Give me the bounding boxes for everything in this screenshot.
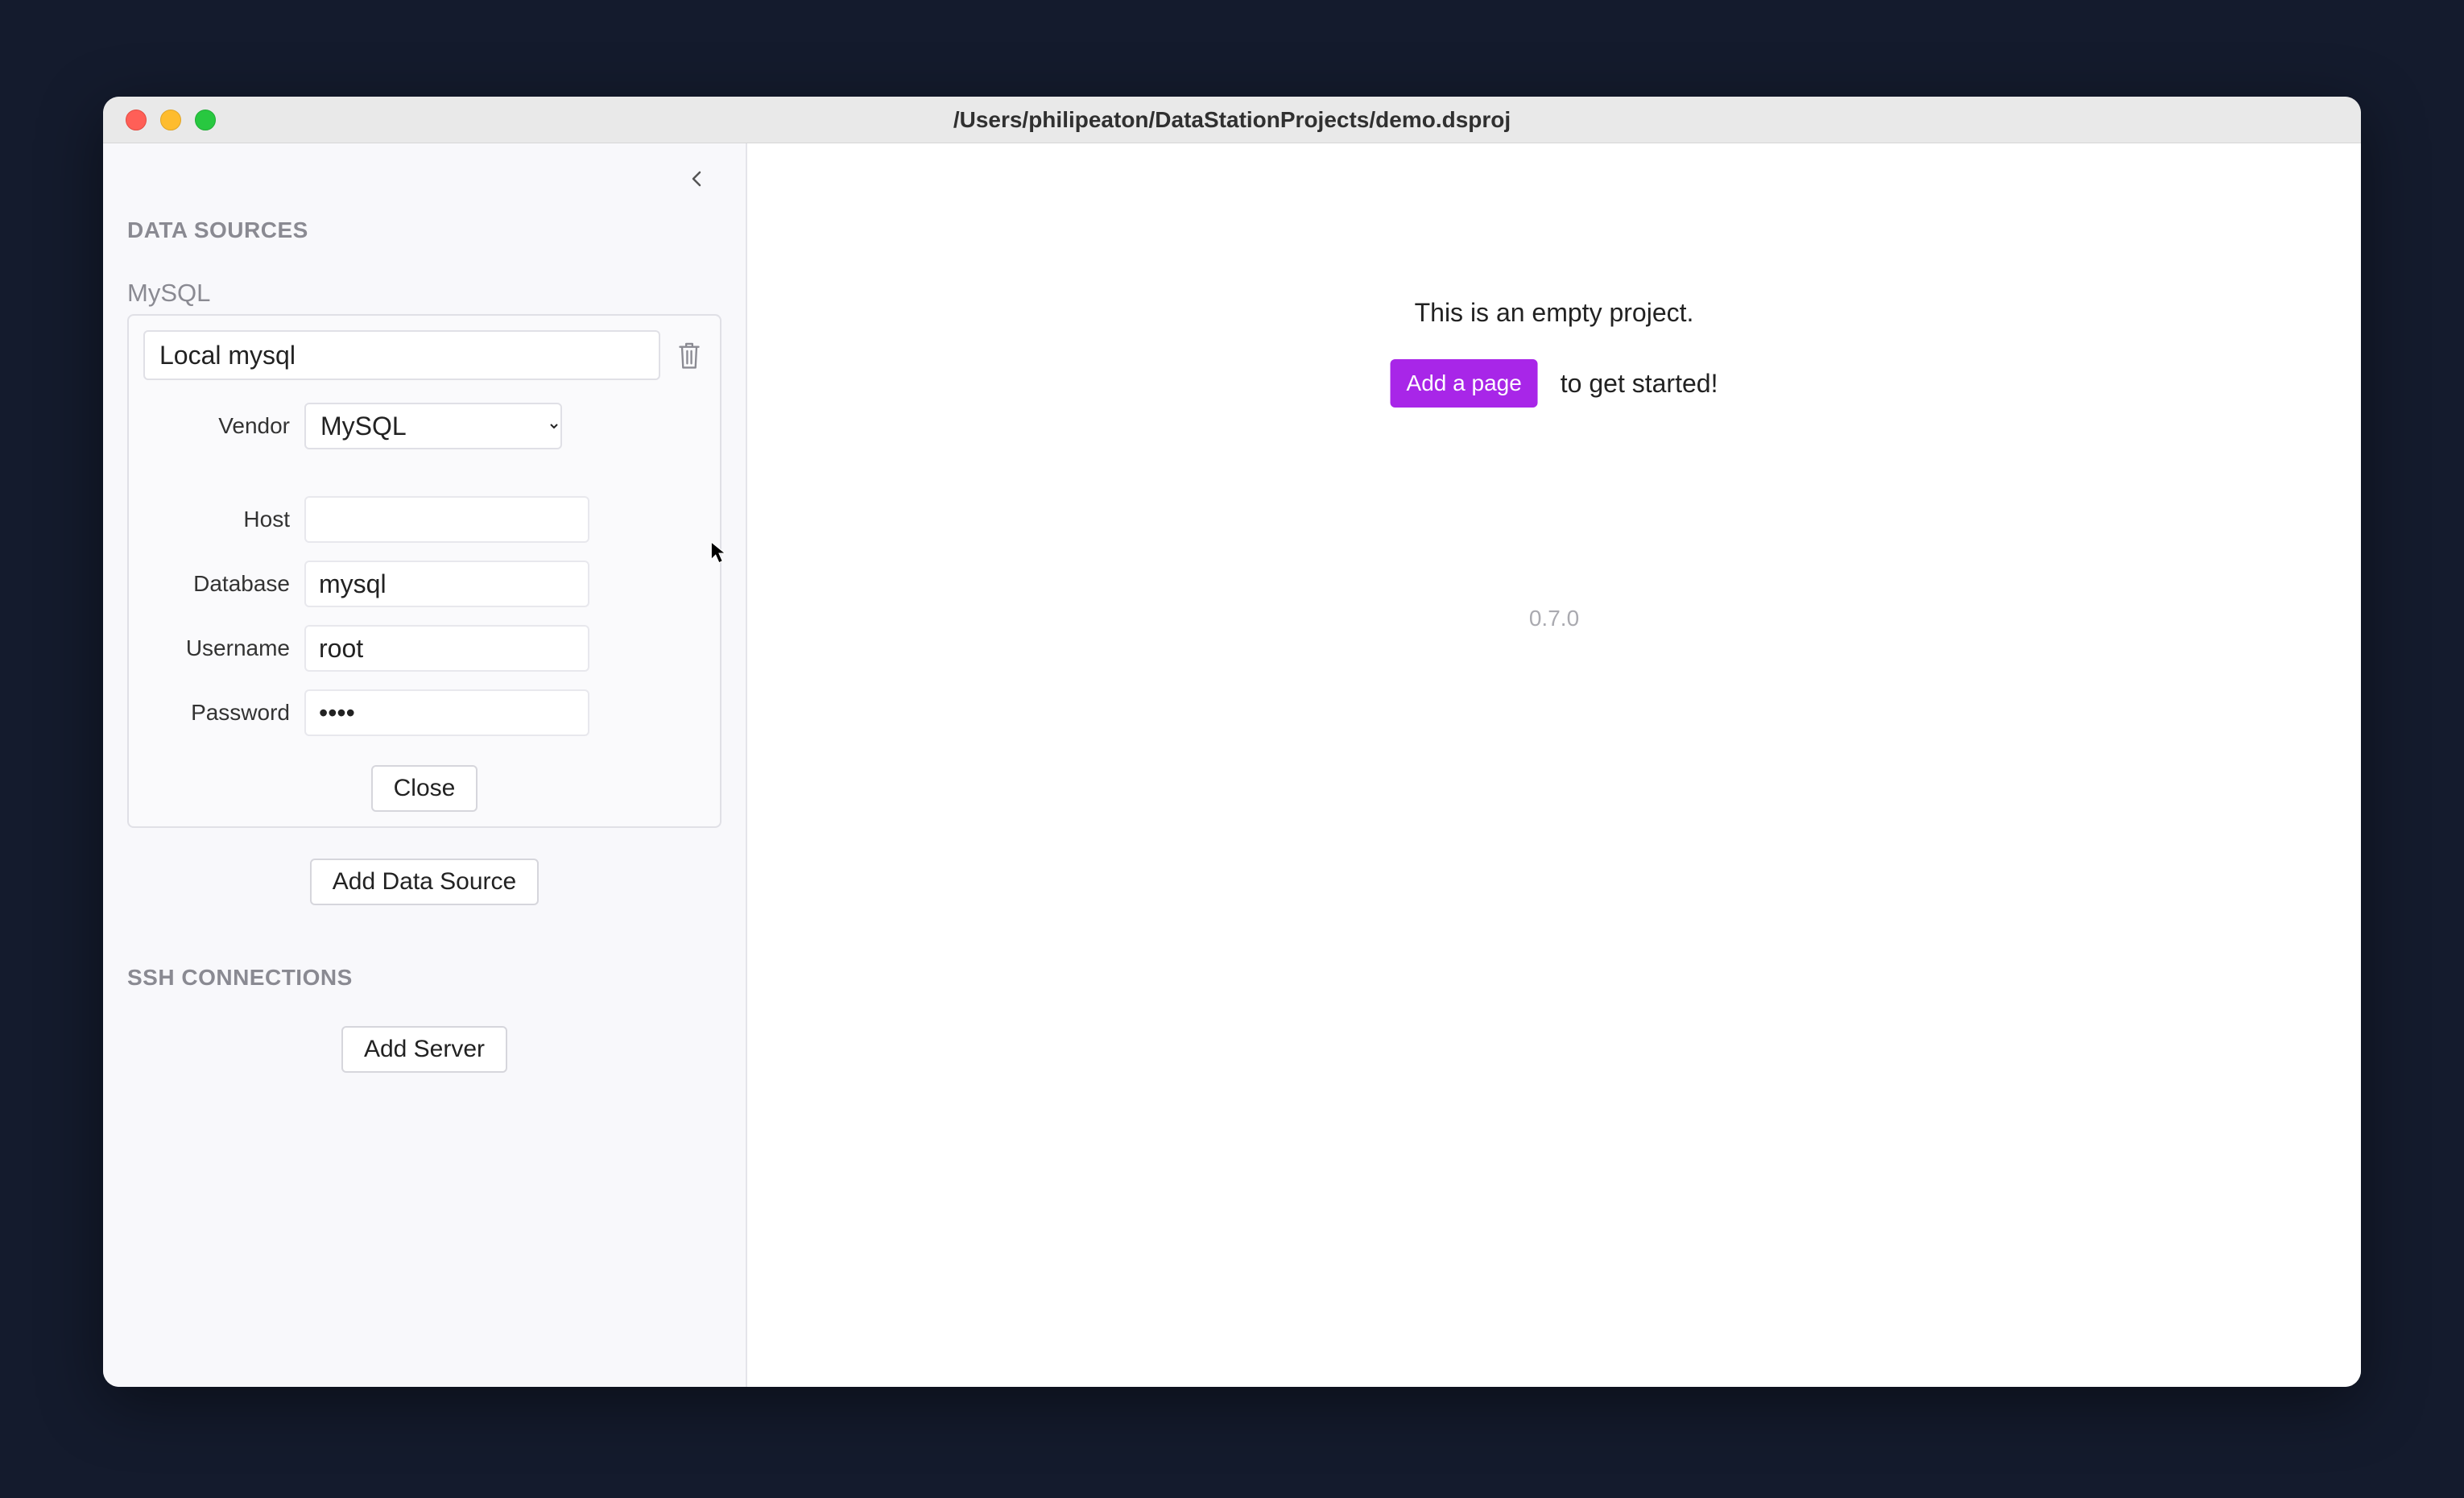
host-row: Host <box>143 496 705 543</box>
main-panel: This is an empty project. Add a page to … <box>747 143 2361 1387</box>
version-label: 0.7.0 <box>1529 606 1579 631</box>
trash-icon <box>676 341 702 370</box>
ssh-connections-header: SSH CONNECTIONS <box>127 965 746 991</box>
delete-data-source-button[interactable] <box>673 336 705 374</box>
close-button[interactable]: Close <box>371 765 478 812</box>
password-label: Password <box>143 700 304 726</box>
content: DATA SOURCES MySQL Vendor MySQL <box>103 143 2361 1387</box>
sidebar: DATA SOURCES MySQL Vendor MySQL <box>103 143 747 1387</box>
minimize-window-button[interactable] <box>160 110 181 130</box>
data-source-name-input[interactable] <box>143 330 660 380</box>
password-input[interactable] <box>304 689 589 736</box>
get-started-text: to get started! <box>1561 369 1718 399</box>
host-input[interactable] <box>304 496 589 543</box>
database-label: Database <box>143 571 304 597</box>
add-data-source-button[interactable]: Add Data Source <box>310 859 539 905</box>
add-page-row: Add a page to get started! <box>1391 359 1718 408</box>
password-row: Password <box>143 689 705 736</box>
data-source-panel: Vendor MySQL Host Database Username <box>127 314 721 828</box>
close-button-row: Close <box>143 765 705 812</box>
data-source-type-label: MySQL <box>127 279 746 308</box>
add-page-button[interactable]: Add a page <box>1391 359 1538 408</box>
empty-project-message: This is an empty project. <box>1415 298 1694 328</box>
chevron-left-icon <box>688 169 707 188</box>
username-label: Username <box>143 635 304 661</box>
host-label: Host <box>143 507 304 532</box>
vendor-label: Vendor <box>143 413 304 439</box>
app-window: /Users/philipeaton/DataStationProjects/d… <box>103 97 2361 1387</box>
database-input[interactable] <box>304 561 589 607</box>
add-server-button[interactable]: Add Server <box>341 1026 507 1073</box>
data-source-name-row <box>143 330 705 380</box>
maximize-window-button[interactable] <box>195 110 216 130</box>
add-server-row: Add Server <box>103 1026 746 1073</box>
add-data-source-row: Add Data Source <box>103 859 746 905</box>
traffic-lights <box>126 110 216 130</box>
data-sources-header: DATA SOURCES <box>127 217 746 243</box>
vendor-row: Vendor MySQL <box>143 403 705 449</box>
titlebar: /Users/philipeaton/DataStationProjects/d… <box>103 97 2361 143</box>
database-row: Database <box>143 561 705 607</box>
username-input[interactable] <box>304 625 589 672</box>
username-row: Username <box>143 625 705 672</box>
collapse-sidebar-button[interactable] <box>681 163 713 195</box>
vendor-select[interactable]: MySQL <box>304 403 562 449</box>
close-window-button[interactable] <box>126 110 147 130</box>
window-title: /Users/philipeaton/DataStationProjects/d… <box>103 107 2361 133</box>
